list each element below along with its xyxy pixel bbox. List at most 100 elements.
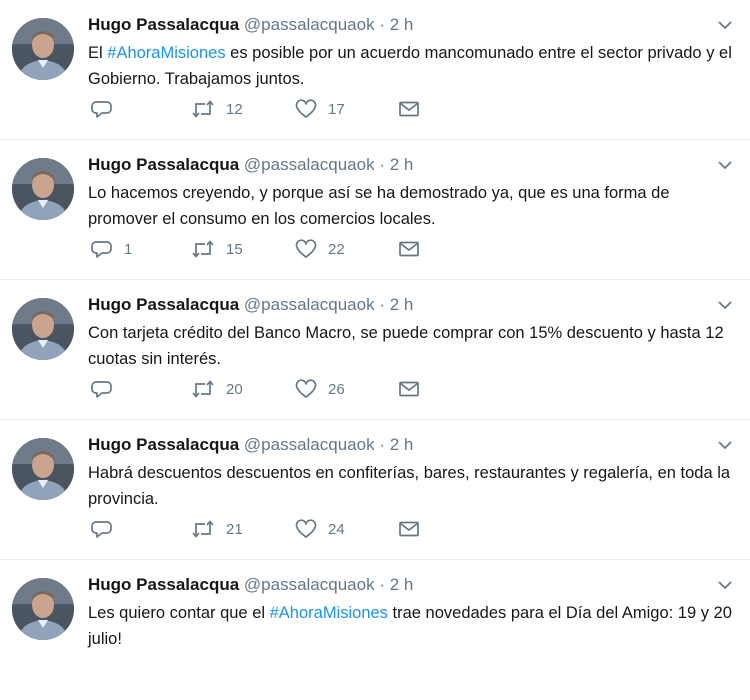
- tweet[interactable]: Hugo Passalacqua @passalacquaok · 2 h Le…: [0, 560, 750, 700]
- retweet-icon: [192, 380, 214, 398]
- like-count: 24: [328, 520, 345, 538]
- envelope-icon: [399, 381, 419, 397]
- retweet-button[interactable]: 15: [191, 236, 243, 262]
- like-button[interactable]: 22: [295, 236, 345, 262]
- direct-message-button[interactable]: [398, 516, 420, 542]
- direct-message-button[interactable]: [398, 236, 420, 262]
- separator-dot: ·: [379, 575, 385, 594]
- like-button[interactable]: 26: [295, 376, 345, 402]
- retweet-button[interactable]: 12: [191, 96, 243, 122]
- envelope-icon: [399, 241, 419, 257]
- separator-dot: ·: [379, 155, 385, 174]
- reply-button[interactable]: 1: [91, 236, 132, 262]
- tweet-text: Lo hacemos creyendo, y porque así se ha …: [88, 184, 670, 228]
- author-handle[interactable]: @passalacquaok: [244, 295, 375, 314]
- reply-icon: [91, 521, 112, 538]
- tweet-text-part: El: [88, 44, 108, 62]
- tweet-timestamp[interactable]: 2 h: [390, 435, 414, 454]
- tweet-actions: 20 26: [88, 376, 448, 402]
- avatar[interactable]: [12, 18, 74, 80]
- retweet-count: 20: [226, 380, 243, 398]
- author-handle[interactable]: @passalacquaok: [244, 155, 375, 174]
- chevron-down-icon[interactable]: [714, 436, 736, 454]
- tweet[interactable]: Hugo Passalacqua @passalacquaok · 2 h El…: [0, 0, 750, 140]
- tweet-feed: Hugo Passalacqua @passalacquaok · 2 h El…: [0, 0, 750, 660]
- tweet-text: Con tarjeta crédito del Banco Macro, se …: [88, 324, 724, 368]
- retweet-icon: [192, 520, 214, 538]
- like-count: 22: [328, 240, 345, 258]
- reply-icon: [91, 381, 112, 398]
- author-handle[interactable]: @passalacquaok: [244, 435, 375, 454]
- author-name[interactable]: Hugo Passalacqua: [88, 295, 239, 314]
- retweet-count: 21: [226, 520, 243, 538]
- chevron-down-icon[interactable]: [714, 156, 736, 174]
- tweet-timestamp[interactable]: 2 h: [390, 295, 414, 314]
- reply-button[interactable]: [91, 376, 124, 402]
- reply-count: 1: [124, 240, 133, 258]
- avatar-image: [12, 438, 74, 500]
- tweet-timestamp[interactable]: 2 h: [390, 155, 414, 174]
- author-name[interactable]: Hugo Passalacqua: [88, 15, 239, 34]
- heart-icon: [295, 519, 317, 538]
- tweet-text: Habrá descuentos descuentos en confiterí…: [88, 464, 731, 508]
- tweet[interactable]: Hugo Passalacqua @passalacquaok · 2 h Ha…: [0, 420, 750, 560]
- reply-icon: [91, 101, 112, 118]
- retweet-icon: [192, 240, 214, 258]
- retweet-icon: [192, 100, 214, 118]
- retweet-button[interactable]: 21: [191, 516, 243, 542]
- retweet-count: 15: [226, 240, 243, 258]
- reply-button[interactable]: [91, 516, 124, 542]
- separator-dot: ·: [379, 15, 385, 34]
- author-name[interactable]: Hugo Passalacqua: [88, 435, 239, 454]
- heart-icon: [295, 379, 317, 398]
- chevron-down-icon[interactable]: [714, 16, 736, 34]
- reply-icon: [91, 241, 112, 258]
- separator-dot: ·: [379, 295, 385, 314]
- avatar-image: [12, 298, 74, 360]
- tweet-actions: 1 15 22: [88, 236, 448, 262]
- author-name[interactable]: Hugo Passalacqua: [88, 155, 239, 174]
- chevron-down-icon[interactable]: [714, 576, 736, 594]
- tweet[interactable]: Hugo Passalacqua @passalacquaok · 2 h Lo…: [0, 140, 750, 280]
- separator-dot: ·: [379, 435, 385, 454]
- avatar[interactable]: [12, 298, 74, 360]
- author-handle[interactable]: @passalacquaok: [244, 15, 375, 34]
- tweet-timestamp[interactable]: 2 h: [390, 15, 414, 34]
- heart-icon: [295, 239, 317, 258]
- retweet-count: 12: [226, 100, 243, 118]
- avatar-image: [12, 578, 74, 640]
- tweet-text: El #AhoraMisiones es posible por un acue…: [88, 40, 738, 92]
- tweet-header: Hugo Passalacqua @passalacquaok · 2 h: [88, 295, 413, 315]
- envelope-icon: [399, 101, 419, 117]
- tweet-timestamp[interactable]: 2 h: [390, 575, 414, 594]
- retweet-button[interactable]: 20: [191, 376, 243, 402]
- reply-button[interactable]: [91, 96, 124, 122]
- envelope-icon: [399, 521, 419, 537]
- avatar-image: [12, 158, 74, 220]
- avatar[interactable]: [12, 158, 74, 220]
- heart-icon: [295, 99, 317, 118]
- tweet-header: Hugo Passalacqua @passalacquaok · 2 h: [88, 15, 413, 35]
- chevron-down-icon[interactable]: [714, 296, 736, 314]
- tweet-text-part: Les quiero contar que el: [88, 604, 270, 622]
- avatar[interactable]: [12, 578, 74, 640]
- author-name[interactable]: Hugo Passalacqua: [88, 575, 239, 594]
- direct-message-button[interactable]: [398, 96, 420, 122]
- hashtag-link[interactable]: #AhoraMisiones: [107, 44, 225, 62]
- tweet[interactable]: Hugo Passalacqua @passalacquaok · 2 h Co…: [0, 280, 750, 420]
- tweet-header: Hugo Passalacqua @passalacquaok · 2 h: [88, 575, 413, 595]
- avatar-image: [12, 18, 74, 80]
- tweet-header: Hugo Passalacqua @passalacquaok · 2 h: [88, 155, 413, 175]
- tweet-actions: 12 17: [88, 96, 448, 122]
- like-button[interactable]: 24: [295, 516, 345, 542]
- direct-message-button[interactable]: [398, 376, 420, 402]
- like-count: 17: [328, 100, 345, 118]
- tweet-text: Les quiero contar que el #AhoraMisiones …: [88, 600, 738, 652]
- like-button[interactable]: 17: [295, 96, 345, 122]
- like-count: 26: [328, 380, 345, 398]
- author-handle[interactable]: @passalacquaok: [244, 575, 375, 594]
- tweet-header: Hugo Passalacqua @passalacquaok · 2 h: [88, 435, 413, 455]
- avatar[interactable]: [12, 438, 74, 500]
- hashtag-link[interactable]: #AhoraMisiones: [270, 604, 388, 622]
- tweet-actions: 21 24: [88, 516, 448, 542]
